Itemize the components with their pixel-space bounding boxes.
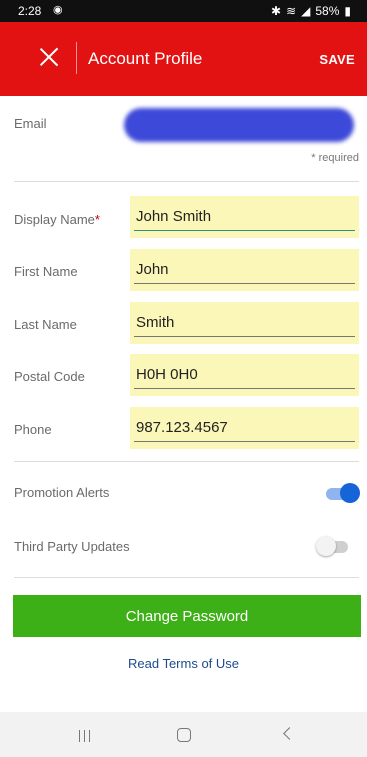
notification-icon: ◉ [53,4,63,16]
home-icon[interactable] [177,728,191,742]
battery-level: 58% [315,4,340,18]
postal-code-label: Postal Code [14,369,85,384]
terms-of-use-link[interactable]: Read Terms of Use [0,656,367,671]
last-name-label: Last Name [14,317,77,332]
change-password-button[interactable]: Change Password [13,595,361,637]
app-bar: Account Profile SAVE [0,22,367,96]
required-note: * required [311,152,359,164]
recent-apps-icon[interactable] [79,730,91,742]
signal-icon: ◢ [301,4,311,18]
first-name-field[interactable] [130,249,359,291]
status-bar: 2:28 ◉ ✱ ≋ ◢ 58% ▮ [0,0,367,22]
status-time: 2:28 [18,4,42,18]
bluetooth-icon: ✱ [271,4,282,18]
save-button[interactable]: SAVE [319,52,355,67]
divider [14,181,359,182]
phone-label: Phone [14,422,52,437]
postal-code-field[interactable] [130,354,359,396]
system-nav-bar [0,712,367,757]
close-icon[interactable] [38,46,60,68]
app-bar-divider [76,42,77,74]
divider [14,461,359,462]
wifi-icon: ≋ [286,4,297,18]
third-party-updates-label: Third Party Updates [14,539,130,554]
page-title: Account Profile [88,49,203,68]
phone-field[interactable] [130,407,359,449]
first-name-label: First Name [14,264,78,279]
third-party-updates-toggle[interactable] [316,535,350,557]
email-value-redacted [124,108,354,142]
promotion-alerts-label: Promotion Alerts [14,485,110,500]
email-label: Email [14,116,47,131]
back-icon[interactable] [283,727,296,740]
promotion-alerts-toggle[interactable] [326,482,360,504]
last-name-field[interactable] [130,302,359,344]
display-name-field[interactable] [130,196,359,238]
battery-icon: ▮ [344,4,351,18]
divider [14,577,359,578]
display-name-label: Display Name* [14,212,100,227]
